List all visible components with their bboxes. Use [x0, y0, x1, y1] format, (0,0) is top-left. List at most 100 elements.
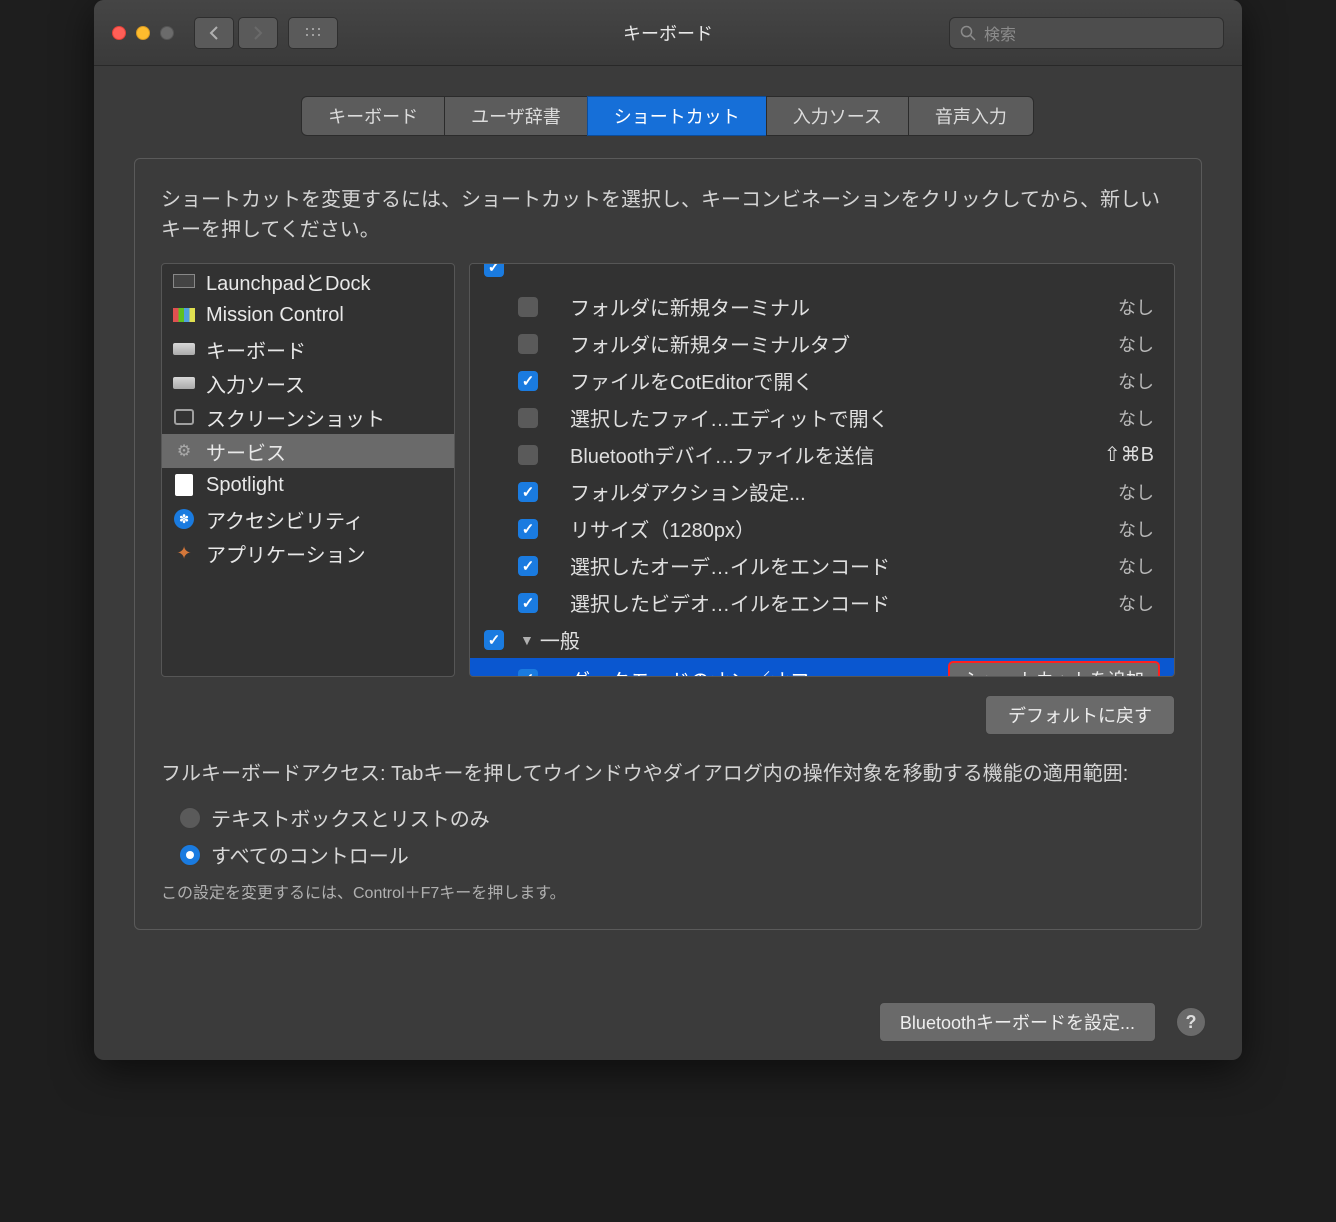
- accessibility-icon: ✽: [174, 509, 194, 529]
- shortcut-label: ファイルをCotEditorで開く: [554, 366, 1118, 395]
- forward-button: [238, 17, 278, 49]
- restore-bar: デフォルトに戻す: [161, 695, 1175, 735]
- group-label: 一般: [540, 625, 580, 654]
- shortcut-row[interactable]: Bluetoothデバイ…ファイルを送信 ⇧⌘B: [470, 436, 1174, 473]
- shortcut-value[interactable]: なし: [1118, 294, 1154, 320]
- category-label: Mission Control: [206, 304, 344, 327]
- category-mission-control[interactable]: Mission Control: [162, 298, 454, 332]
- category-accessibility[interactable]: ✽ アクセシビリティ: [162, 502, 454, 536]
- shortcut-list[interactable]: フォルダに新規ターミナル なし フォルダに新規ターミナルタブ なし ファイルをC…: [469, 263, 1175, 677]
- shortcut-value[interactable]: なし: [1118, 553, 1154, 579]
- shortcut-row[interactable]: リサイズ（1280px） なし: [470, 510, 1174, 547]
- full-keyboard-access-text: フルキーボードアクセス: Tabキーを押してウインドウやダイアログ内の操作対象を…: [161, 759, 1175, 789]
- radio-label: テキストボックスとリストのみ: [211, 803, 490, 832]
- shortcut-row[interactable]: フォルダに新規ターミナルタブ なし: [470, 325, 1174, 362]
- checkbox[interactable]: [484, 263, 504, 277]
- search-input[interactable]: 検索: [949, 17, 1224, 49]
- category-label: アプリケーション: [206, 539, 366, 568]
- category-spotlight[interactable]: Spotlight: [162, 468, 454, 502]
- radio-button[interactable]: [179, 844, 201, 866]
- shortcut-row[interactable]: ファイルをCotEditorで開く なし: [470, 362, 1174, 399]
- keyboard-access-note: この設定を変更するには、Control＋F7キーを押します。: [161, 879, 1175, 903]
- radio-text-boxes[interactable]: テキストボックスとリストのみ: [179, 803, 1175, 832]
- restore-defaults-button[interactable]: デフォルトに戻す: [985, 695, 1175, 735]
- shortcut-value[interactable]: なし: [1118, 479, 1154, 505]
- category-screenshot[interactable]: スクリーンショット: [162, 400, 454, 434]
- keyboard-icon: [173, 343, 195, 355]
- category-input-sources[interactable]: 入力ソース: [162, 366, 454, 400]
- shortcut-label: リサイズ（1280px）: [554, 514, 1118, 543]
- shortcut-row[interactable]: フォルダに新規ターミナル なし: [470, 288, 1174, 325]
- shortcut-row[interactable]: フォルダアクション設定... なし: [470, 473, 1174, 510]
- screenshot-icon: [174, 409, 194, 425]
- instruction-text: ショートカットを変更するには、ショートカットを選択し、キーコンビネーションをクリ…: [161, 185, 1175, 245]
- shortcut-row[interactable]: 選択したファイ…エディットで開く なし: [470, 399, 1174, 436]
- shortcut-value[interactable]: なし: [1118, 331, 1154, 357]
- checkbox[interactable]: [518, 408, 538, 428]
- spotlight-icon: [175, 474, 193, 496]
- radio-label: すべてのコントロール: [211, 840, 409, 869]
- category-label: サービス: [206, 437, 286, 466]
- shortcut-value[interactable]: なし: [1118, 405, 1154, 431]
- checkbox[interactable]: [484, 630, 504, 650]
- tab-user-dictionary[interactable]: ユーザ辞書: [444, 96, 588, 136]
- search-icon: [960, 25, 976, 41]
- shortcut-row-darkmode[interactable]: ダークモードのオン／オフ ショートカットを追加: [470, 658, 1174, 677]
- content-area: キーボード ユーザ辞書 ショートカット 入力ソース 音声入力 ショートカットを変…: [94, 66, 1242, 970]
- minimize-button[interactable]: [136, 26, 150, 40]
- shortcut-label: フォルダアクション設定...: [554, 477, 1118, 506]
- checkbox[interactable]: [518, 482, 538, 502]
- gear-icon: ⚙: [172, 442, 196, 460]
- checkbox[interactable]: [518, 593, 538, 613]
- category-app-shortcuts[interactable]: ✦ アプリケーション: [162, 536, 454, 570]
- show-all-button[interactable]: [288, 17, 338, 49]
- tab-dictation[interactable]: 音声入力: [908, 96, 1034, 136]
- shortcut-row[interactable]: 選択したビデオ…イルをエンコード なし: [470, 584, 1174, 621]
- bluetooth-setup-button[interactable]: Bluetoothキーボードを設定...: [879, 1002, 1156, 1042]
- checkbox[interactable]: [518, 445, 538, 465]
- traffic-lights: [112, 26, 174, 40]
- keyboard-access-radio-group: テキストボックスとリストのみ すべてのコントロール: [179, 803, 1175, 869]
- shortcut-group-general[interactable]: ▼ 一般: [470, 621, 1174, 658]
- checkbox[interactable]: [518, 297, 538, 317]
- category-list[interactable]: LaunchpadとDock Mission Control キーボード 入力ソ…: [161, 263, 455, 677]
- category-label: 入力ソース: [206, 369, 305, 398]
- shortcut-label: 選択したビデオ…イルをエンコード: [554, 588, 1118, 617]
- shortcut-row[interactable]: 選択したオーデ…イルをエンコード なし: [470, 547, 1174, 584]
- category-services[interactable]: ⚙ サービス: [162, 434, 454, 468]
- shortcut-value[interactable]: なし: [1118, 590, 1154, 616]
- category-launchpad[interactable]: LaunchpadとDock: [162, 264, 454, 298]
- titlebar: キーボード 検索: [94, 0, 1242, 66]
- tab-input-sources[interactable]: 入力ソース: [766, 96, 909, 136]
- tab-keyboard[interactable]: キーボード: [301, 96, 445, 136]
- shortcut-value[interactable]: なし: [1118, 516, 1154, 542]
- help-button[interactable]: ?: [1176, 1007, 1206, 1037]
- shortcut-label: ダークモードのオン／オフ: [554, 665, 948, 678]
- shortcuts-panel: ショートカットを変更するには、ショートカットを選択し、キーコンビネーションをクリ…: [134, 158, 1202, 930]
- checkbox[interactable]: [518, 669, 538, 677]
- close-button[interactable]: [112, 26, 126, 40]
- category-label: キーボード: [206, 335, 306, 364]
- tab-bar: キーボード ユーザ辞書 ショートカット 入力ソース 音声入力: [134, 96, 1202, 136]
- grid-icon: [304, 26, 322, 40]
- disclosure-icon[interactable]: ▼: [520, 632, 534, 648]
- keyboard-icon: [173, 377, 195, 389]
- keyboard-preferences-window: キーボード 検索 キーボード ユーザ辞書 ショートカット 入力ソース 音声入力 …: [94, 0, 1242, 1060]
- category-keyboard[interactable]: キーボード: [162, 332, 454, 366]
- back-button[interactable]: [194, 17, 234, 49]
- checkbox[interactable]: [518, 519, 538, 539]
- radio-all-controls[interactable]: すべてのコントロール: [179, 840, 1175, 869]
- tab-shortcuts[interactable]: ショートカット: [587, 96, 767, 136]
- checkbox[interactable]: [518, 556, 538, 576]
- checkbox[interactable]: [518, 334, 538, 354]
- shortcut-hotkey[interactable]: ⇧⌘B: [1104, 442, 1154, 467]
- shortcut-label: フォルダに新規ターミナルタブ: [554, 329, 1118, 358]
- radio-button[interactable]: [179, 807, 201, 829]
- category-label: アクセシビリティ: [206, 505, 364, 534]
- shortcut-row[interactable]: [470, 264, 1174, 288]
- checkbox[interactable]: [518, 371, 538, 391]
- shortcut-label: フォルダに新規ターミナル: [554, 292, 1118, 321]
- shortcut-value[interactable]: なし: [1118, 368, 1154, 394]
- add-shortcut-button[interactable]: ショートカットを追加: [948, 661, 1160, 677]
- maximize-button: [160, 26, 174, 40]
